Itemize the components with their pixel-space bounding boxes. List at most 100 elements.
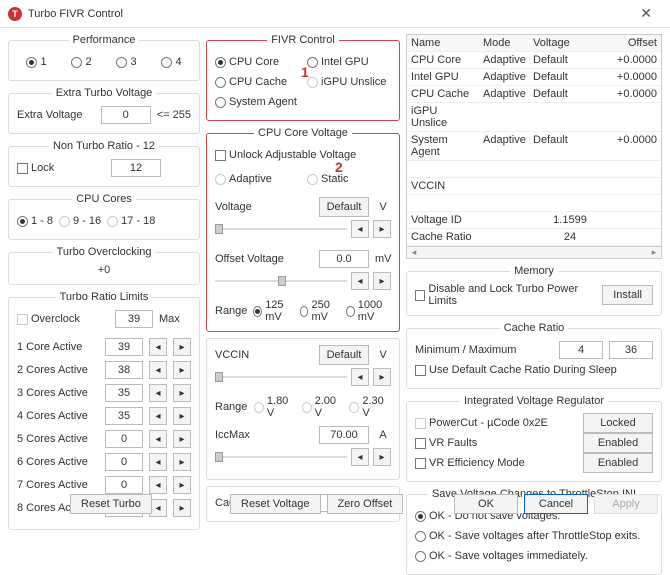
core-inc[interactable]: ▸ (173, 361, 191, 379)
core-label: 2 Cores Active (17, 364, 99, 376)
vreff-check[interactable]: VR Efficiency Mode (415, 457, 525, 469)
fivr-system-agent[interactable]: System Agent (215, 96, 297, 108)
cancel-btn[interactable]: Cancel (524, 494, 588, 514)
core-dec[interactable]: ◂ (149, 361, 167, 379)
offset-field[interactable]: 0.0 (319, 250, 369, 268)
perf-opt-2[interactable]: 2 (71, 56, 91, 68)
core-dec[interactable]: ◂ (149, 338, 167, 356)
offset-dec[interactable]: ◂ (351, 272, 369, 290)
core-inc[interactable]: ▸ (173, 453, 191, 471)
fivr-cpu-core[interactable]: CPU Core (215, 56, 301, 68)
mode-adaptive: Adaptive (215, 173, 301, 185)
icc-dec[interactable]: ◂ (351, 448, 369, 466)
overclock-check: Overclock (17, 313, 80, 325)
vccin-inc[interactable]: ▸ (373, 368, 391, 386)
vccin-dec[interactable]: ◂ (351, 368, 369, 386)
apply-btn[interactable]: Apply (594, 494, 658, 514)
core-inc[interactable]: ▸ (173, 384, 191, 402)
save-opt-2[interactable]: OK - Save voltages immediately. (415, 550, 588, 562)
core-val-field[interactable]: 0 (105, 476, 143, 494)
extra-voltage-field[interactable]: 0 (101, 106, 151, 124)
cache-min-field[interactable]: 4 (559, 341, 603, 359)
fivr-cpu-cache[interactable]: CPU Cache (215, 76, 301, 88)
core-val-field[interactable]: 0 (105, 453, 143, 471)
voltage-dec[interactable]: ◂ (351, 220, 369, 238)
install-btn[interactable]: Install (602, 285, 653, 305)
voltage-default-btn[interactable]: Default (319, 197, 369, 217)
core-dec[interactable]: ◂ (149, 407, 167, 425)
core-inc[interactable]: ▸ (173, 407, 191, 425)
ivr-group: Integrated Voltage Regulator PowerCut - … (406, 395, 662, 482)
vccin-slider[interactable] (215, 368, 347, 386)
table-row[interactable]: System AgentAdaptiveDefault+0.0000 (407, 132, 661, 161)
titlebar: T Turbo FIVR Control ✕ (0, 0, 670, 28)
fivr-intel-gpu[interactable]: Intel GPU (307, 56, 369, 68)
reset-voltage-btn[interactable]: Reset Voltage (230, 494, 321, 514)
save-opt-1[interactable]: OK - Save voltages after ThrottleStop ex… (415, 530, 640, 542)
performance-group: Performance 1 2 3 4 (8, 34, 200, 81)
core-inc[interactable]: ▸ (173, 476, 191, 494)
offset-inc[interactable]: ▸ (373, 272, 391, 290)
close-icon[interactable]: ✕ (630, 3, 662, 24)
core-val-field[interactable]: 35 (105, 407, 143, 425)
core-val-field[interactable]: 0 (105, 430, 143, 448)
col-voltage[interactable]: Voltage (529, 35, 575, 51)
disable-lock-check[interactable]: Disable and Lock Turbo Power Limits (415, 283, 596, 307)
mode-static: Static (307, 173, 349, 185)
core-inc[interactable]: ▸ (173, 499, 191, 517)
cpu-cores-group: CPU Cores 1 - 8 9 - 16 17 - 18 (8, 193, 200, 240)
perf-opt-1[interactable]: 1 (26, 56, 46, 68)
scroll-right-icon: ▸ (647, 247, 661, 258)
cache-max-field[interactable]: 36 (609, 341, 653, 359)
voltage-slider[interactable] (215, 220, 347, 238)
core-label: 1 Core Active (17, 341, 99, 353)
perf-opt-3[interactable]: 3 (116, 56, 136, 68)
vccin-default-btn[interactable]: Default (319, 345, 369, 365)
core-dec[interactable]: ◂ (149, 453, 167, 471)
core-val-field[interactable]: 38 (105, 361, 143, 379)
vreff-btn[interactable]: Enabled (583, 453, 653, 473)
range-1000[interactable]: 1000 mV (346, 299, 391, 323)
powercut-btn[interactable]: Locked (583, 413, 653, 433)
iccmax-field[interactable]: 70.00 (319, 426, 369, 444)
offset-slider[interactable] (215, 272, 347, 290)
core-label: 6 Cores Active (17, 456, 99, 468)
core-inc[interactable]: ▸ (173, 338, 191, 356)
perf-opt-4[interactable]: 4 (161, 56, 181, 68)
table-row[interactable]: Intel GPUAdaptiveDefault+0.0000 (407, 69, 661, 86)
range-250[interactable]: 250 mV (300, 299, 340, 323)
range-125[interactable]: 125 mV (253, 299, 293, 323)
core-dec[interactable]: ◂ (149, 476, 167, 494)
reset-turbo-btn[interactable]: Reset Turbo (70, 494, 152, 514)
core-val-field[interactable]: 39 (105, 338, 143, 356)
scroll-left-icon: ◂ (407, 247, 421, 258)
table-row[interactable]: CPU CoreAdaptiveDefault+0.0000 (407, 52, 661, 69)
table-row[interactable]: iGPU Unslice (407, 103, 661, 132)
sleep-check[interactable]: Use Default Cache Ratio During Sleep (415, 364, 617, 376)
iccmax-slider[interactable] (215, 448, 347, 466)
vrfaults-btn[interactable]: Enabled (583, 433, 653, 453)
core-dec[interactable]: ◂ (149, 430, 167, 448)
cores-1-8[interactable]: 1 - 8 (17, 215, 53, 227)
core-inc[interactable]: ▸ (173, 430, 191, 448)
col-offset[interactable]: Offset (575, 35, 661, 51)
voltage-inc[interactable]: ▸ (373, 220, 391, 238)
lock-check[interactable]: Lock (17, 162, 54, 174)
lock-field[interactable]: 12 (111, 159, 161, 177)
vrfaults-check[interactable]: VR Faults (415, 437, 477, 449)
zero-offset-btn[interactable]: Zero Offset (327, 494, 404, 514)
turbo-oc-group: Turbo Overclocking +0 (8, 246, 200, 285)
fivr-igpu-unslice: iGPU Unslice (307, 76, 386, 88)
core-dec[interactable]: ◂ (149, 384, 167, 402)
unlock-check[interactable]: Unlock Adjustable Voltage (215, 149, 356, 161)
ok-btn[interactable]: OK (454, 494, 518, 514)
core-val-field[interactable]: 35 (105, 384, 143, 402)
col-mode[interactable]: Mode (479, 35, 529, 51)
cache-ratio-group: Cache Ratio Minimum / Maximum 4 36 Use D… (406, 322, 662, 389)
col-name[interactable]: Name (407, 35, 479, 51)
icc-inc[interactable]: ▸ (373, 448, 391, 466)
non-turbo-group: Non Turbo Ratio - 12 Lock 12 (8, 140, 200, 187)
overclock-field[interactable]: 39 (115, 310, 153, 328)
table-row[interactable]: CPU CacheAdaptiveDefault+0.0000 (407, 86, 661, 103)
table-hscroll[interactable]: ◂▸ (406, 247, 662, 259)
